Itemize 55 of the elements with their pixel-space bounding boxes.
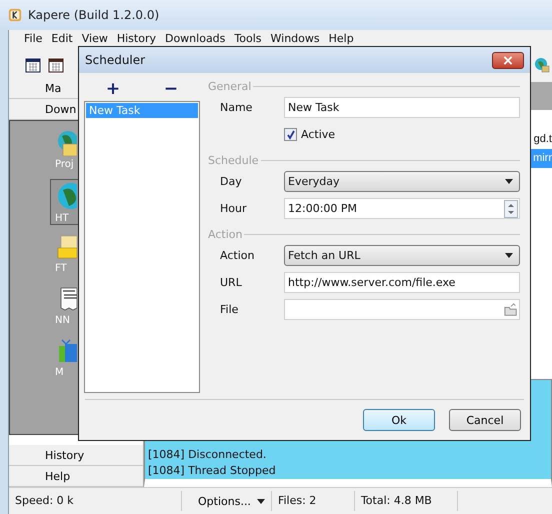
folder-icon[interactable] [504, 302, 518, 316]
section-title: General [208, 80, 252, 92]
field-label: File [220, 303, 240, 316]
total-status: Total: 4.8 MB [354, 491, 458, 511]
close-button[interactable] [492, 52, 524, 68]
spinner-arrows-icon[interactable] [504, 200, 518, 218]
file-field[interactable] [284, 299, 520, 320]
menu-item[interactable]: View [82, 32, 108, 45]
section-title: Schedule [208, 154, 259, 166]
menu-item[interactable]: Help [328, 32, 354, 45]
speed-status: Speed: 0 k [9, 491, 182, 511]
globe-icon [55, 130, 77, 156]
menu-item[interactable]: Edit [51, 32, 73, 45]
checkbox-label: Active [301, 128, 336, 141]
sidebar-label: Proj [55, 159, 74, 170]
window-title: Kapere (Build 1.2.0.0) [28, 8, 160, 22]
add-button[interactable]: + [106, 80, 120, 98]
text-field[interactable]: http://www.server.com/file.exe [284, 272, 520, 293]
caret-icon [256, 498, 265, 504]
menu-item[interactable]: Tools [234, 32, 262, 45]
sidebar-label: M [55, 367, 64, 378]
calendar-icon[interactable] [25, 57, 41, 73]
menu-item[interactable]: Windows [270, 32, 320, 45]
field-label: Action [220, 249, 256, 262]
menu-item[interactable]: History [116, 32, 156, 45]
checkbox[interactable] [284, 128, 297, 141]
time-field[interactable]: 12:00:00 PM [284, 198, 520, 219]
sidebar-label: HT [55, 213, 69, 224]
menu-item[interactable]: File [24, 32, 42, 45]
folder-icon [55, 234, 77, 260]
section-title: Action [208, 228, 242, 240]
dropdown[interactable]: Fetch an URL [284, 245, 520, 266]
menu-item[interactable]: Downloads [164, 32, 226, 45]
log-line: [1084] Disconnected. [148, 447, 268, 463]
field-label: URL [220, 276, 243, 289]
caret-icon [505, 253, 513, 258]
close-icon [503, 56, 513, 64]
remove-button[interactable]: − [164, 80, 178, 98]
files-status: Files: 2 [272, 491, 355, 511]
field-label: Day [220, 175, 243, 188]
dialog-button[interactable]: Cancel [449, 409, 521, 431]
text-field[interactable]: New Task [284, 97, 520, 118]
caret-icon [505, 179, 513, 184]
sidebar-label: FT [55, 263, 67, 274]
sidebar-label: NN [55, 315, 70, 326]
log-line: [1084] Thread Stopped [148, 463, 277, 479]
field-label: Hour [220, 202, 248, 215]
dropdown[interactable]: Everyday [284, 171, 520, 192]
dialog-title: Scheduler [85, 53, 146, 67]
calendar-icon[interactable] [48, 57, 64, 73]
options-button[interactable]: Options... [182, 491, 272, 511]
globe-icon[interactable] [534, 57, 550, 73]
field-label: Name [220, 101, 254, 114]
dialog-button[interactable]: Ok [363, 409, 435, 431]
app-logo-icon [8, 8, 22, 22]
